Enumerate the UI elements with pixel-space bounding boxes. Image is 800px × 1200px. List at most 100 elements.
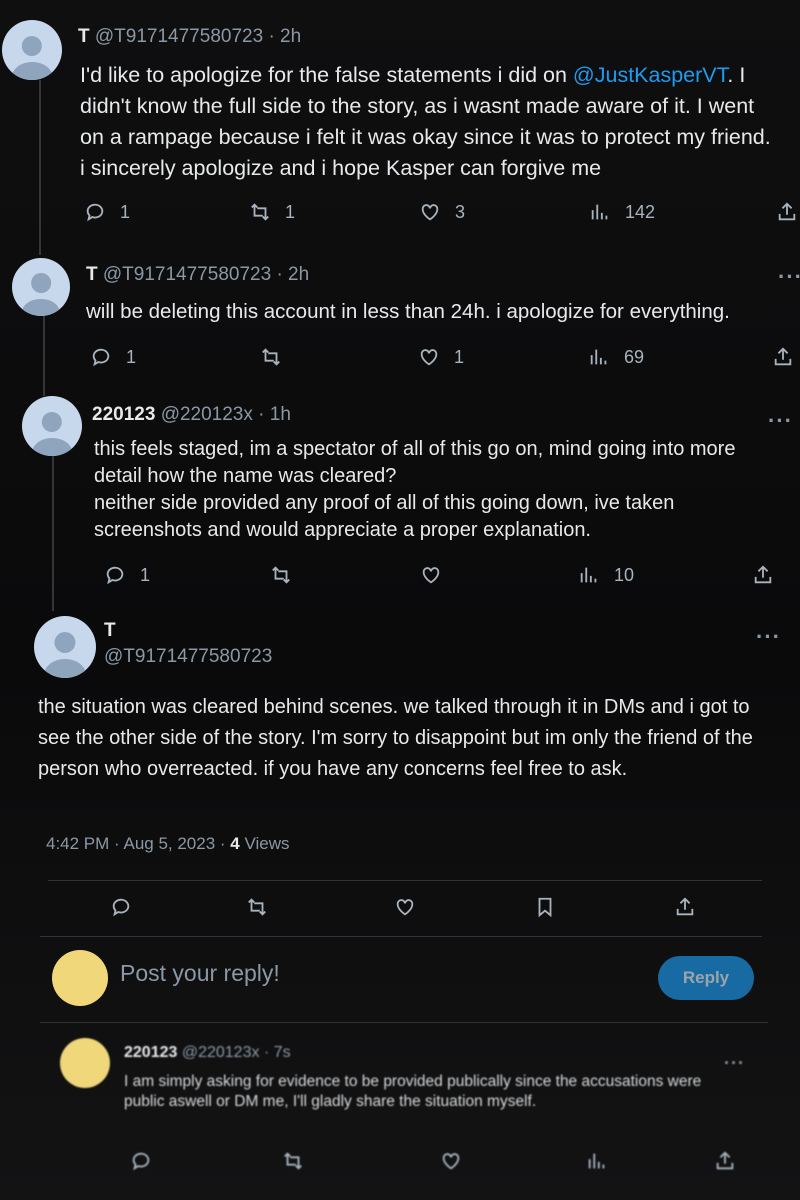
timestamp[interactable]: · 7s xyxy=(264,1044,291,1061)
reply-button[interactable] xyxy=(110,892,132,922)
tweet-actions: 1 10 xyxy=(104,560,800,590)
display-name[interactable]: T xyxy=(78,26,90,47)
display-name[interactable]: 220123 xyxy=(92,404,155,425)
reply-button[interactable] xyxy=(130,1146,152,1176)
tweet-header: T @T9171477580723 xyxy=(104,618,272,670)
reply-icon xyxy=(132,1152,150,1171)
retweet-icon xyxy=(248,898,266,916)
share-button[interactable] xyxy=(714,1146,736,1176)
handle[interactable]: @220123x xyxy=(161,404,253,425)
divider xyxy=(48,880,762,881)
share-button[interactable] xyxy=(752,560,774,590)
retweet-count: 1 xyxy=(285,201,296,222)
post-timestamp[interactable]: 4:42 PM · Aug 5, 2023 · xyxy=(46,834,230,853)
views-icon xyxy=(580,567,597,583)
like-count: 3 xyxy=(455,201,466,222)
share-button[interactable] xyxy=(674,892,696,922)
heart-icon xyxy=(421,204,439,221)
reply-input[interactable]: Post your reply! xyxy=(120,960,280,987)
tweet[interactable]: T @T9171477580723 · 2h I'd like to apolo… xyxy=(0,0,800,250)
views-count: 4 xyxy=(230,834,240,853)
mention-link[interactable]: @JustKasperVT xyxy=(573,63,727,87)
reply-count: 1 xyxy=(120,201,131,222)
reply-icon xyxy=(86,203,104,222)
share-icon xyxy=(774,347,792,366)
reply-icon xyxy=(92,348,110,367)
views-button[interactable]: 142 xyxy=(589,197,655,227)
handle[interactable]: @T9171477580723 xyxy=(104,644,272,670)
reply-button[interactable]: 1 xyxy=(104,560,150,590)
main-tweet-actions xyxy=(110,892,800,922)
tweet-header: 220123 @220123x · 1h xyxy=(92,404,291,426)
views-icon xyxy=(590,349,607,365)
tweet-text: the situation was cleared behind scenes.… xyxy=(38,696,753,780)
like-button[interactable] xyxy=(420,560,456,590)
like-button[interactable] xyxy=(394,892,416,922)
more-icon[interactable]: ··· xyxy=(768,410,793,432)
display-name[interactable]: T xyxy=(86,264,98,285)
tweet-header: T @T9171477580723 · 2h xyxy=(78,26,301,48)
tweet-text: this feels staged, im a spectator of all… xyxy=(94,438,736,541)
reply-button[interactable]: Reply xyxy=(658,956,754,1000)
avatar[interactable] xyxy=(2,20,62,80)
display-name[interactable]: T xyxy=(104,618,272,644)
retweet-button[interactable]: 1 xyxy=(249,197,295,227)
views-button[interactable] xyxy=(586,1146,608,1176)
retweet-button[interactable] xyxy=(270,560,306,590)
timestamp[interactable]: · 1h xyxy=(258,404,291,425)
reply-button[interactable]: 1 xyxy=(84,197,130,227)
share-button[interactable] xyxy=(772,342,794,372)
tweet[interactable]: T @T9171477580723 · 2h ··· will be delet… xyxy=(0,250,800,390)
retweet-icon xyxy=(272,566,290,584)
divider xyxy=(40,1022,768,1023)
retweet-icon xyxy=(262,348,280,366)
like-count: 1 xyxy=(454,346,465,367)
heart-icon xyxy=(442,1153,460,1170)
main-tweet: T @T9171477580723 ··· the situation was … xyxy=(0,608,800,938)
tweet-meta: 4:42 PM · Aug 5, 2023 · 4 Views xyxy=(46,834,290,854)
timestamp[interactable]: · 2h xyxy=(276,264,309,285)
avatar[interactable] xyxy=(22,396,82,456)
like-button[interactable]: 1 xyxy=(418,342,464,372)
divider xyxy=(40,936,762,937)
timestamp[interactable]: · 2h xyxy=(268,26,301,47)
retweet-icon xyxy=(284,1152,302,1170)
reply-count: 1 xyxy=(140,564,151,585)
share-icon xyxy=(716,1151,734,1170)
like-button[interactable] xyxy=(440,1146,462,1176)
views-count: 10 xyxy=(614,564,635,585)
share-icon xyxy=(754,565,772,584)
tweet-text: will be deleting this account in less th… xyxy=(86,300,730,323)
display-name[interactable]: 220123 xyxy=(124,1044,177,1061)
views-button[interactable]: 10 xyxy=(578,560,634,590)
tweet-actions: 1 1 69 xyxy=(90,342,800,372)
more-icon[interactable]: ··· xyxy=(724,1054,745,1072)
heart-icon xyxy=(420,349,438,366)
handle[interactable]: @T9171477580723 xyxy=(95,26,263,47)
reply-composer: Post your reply! Reply xyxy=(0,940,800,1023)
retweet-button[interactable] xyxy=(260,342,296,372)
tweet[interactable]: 220123 @220123x · 1h ··· this feels stag… xyxy=(0,392,800,602)
more-icon[interactable]: ··· xyxy=(756,626,781,648)
reply-icon xyxy=(112,898,130,917)
reply-count: 1 xyxy=(126,346,137,367)
like-button[interactable]: 3 xyxy=(419,197,465,227)
share-icon xyxy=(676,897,694,916)
handle[interactable]: @220123x xyxy=(182,1044,260,1061)
tweet[interactable]: 220123 @220123x · 7s ··· I am simply ask… xyxy=(0,1028,800,1200)
views-icon xyxy=(591,204,608,220)
avatar[interactable] xyxy=(34,616,96,678)
handle[interactable]: @T9171477580723 xyxy=(103,264,271,285)
retweet-button[interactable] xyxy=(282,1146,304,1176)
views-button[interactable]: 69 xyxy=(588,342,644,372)
tweet-header: 220123 @220123x · 7s xyxy=(124,1044,291,1062)
avatar[interactable] xyxy=(60,1038,110,1088)
retweet-button[interactable] xyxy=(246,892,268,922)
share-button[interactable] xyxy=(776,197,798,227)
views-label: Views xyxy=(239,834,290,853)
reply-button[interactable]: 1 xyxy=(90,342,136,372)
more-icon[interactable]: ··· xyxy=(778,266,800,288)
bookmark-icon xyxy=(538,897,552,918)
avatar[interactable] xyxy=(12,258,70,316)
bookmark-button[interactable] xyxy=(534,892,556,922)
